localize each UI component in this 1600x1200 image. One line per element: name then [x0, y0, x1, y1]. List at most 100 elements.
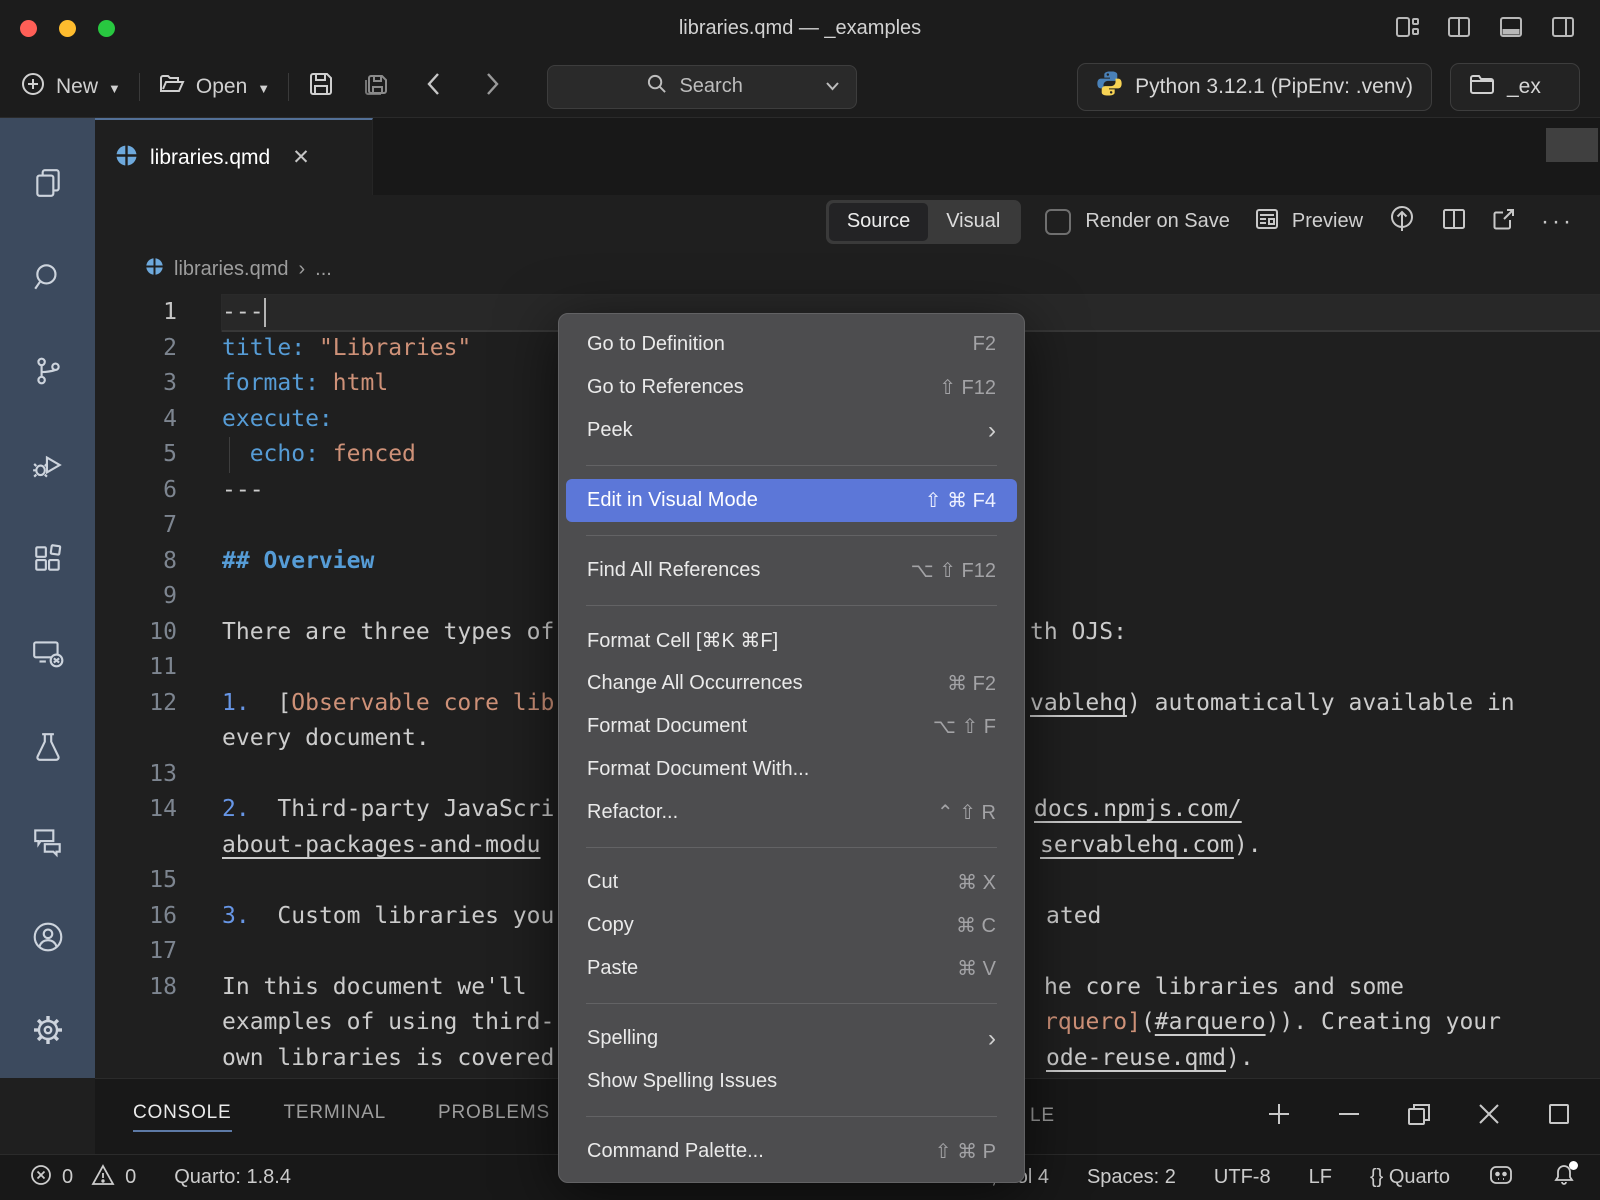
menu-item-format-cell-k-f[interactable]: Format Cell [⌘K ⌘F] [559, 619, 1024, 662]
split-editor-icon[interactable] [1441, 206, 1467, 238]
run-debug-icon[interactable] [0, 418, 95, 512]
menu-item-label: Change All Occurrences [587, 672, 803, 695]
close-icon[interactable]: ✕ [292, 145, 310, 170]
extensions-icon[interactable] [0, 512, 95, 606]
forward-icon[interactable] [483, 70, 501, 103]
panel-tab-problems[interactable]: PROBLEMS [438, 1102, 550, 1132]
warnings-icon[interactable] [91, 1164, 115, 1192]
split-editor-icon[interactable] [1446, 14, 1472, 40]
menu-item-label: Format Document [587, 715, 747, 738]
menu-item-shortcut: ⌘ V [957, 956, 996, 981]
errors-count[interactable]: 0 [62, 1166, 73, 1189]
search-box[interactable]: Search [547, 65, 857, 109]
status-item-spaces-2[interactable]: Spaces: 2 [1087, 1166, 1176, 1189]
menu-item-command-palette[interactable]: Command Palette...⇧ ⌘ P [559, 1130, 1024, 1173]
line-number [95, 1041, 222, 1077]
errors-icon[interactable] [30, 1164, 52, 1192]
status-item-lf[interactable]: LF [1309, 1166, 1332, 1189]
menu-item-spelling[interactable]: Spelling› [559, 1017, 1024, 1060]
quarto-version[interactable]: Quarto: 1.8.4 [174, 1166, 291, 1189]
account-icon[interactable] [0, 892, 95, 982]
source-control-icon[interactable] [0, 324, 95, 418]
plus-icon[interactable] [1266, 1101, 1292, 1132]
panel-tab-fragment[interactable]: LE [1030, 1105, 1055, 1127]
status-item-quarto[interactable]: {} Quarto [1370, 1166, 1450, 1189]
line-number: 7 [95, 508, 222, 544]
explorer-icon[interactable] [0, 136, 95, 230]
breadcrumb[interactable]: libraries.qmd › ... [95, 248, 1600, 290]
zoom-window-button[interactable] [98, 20, 115, 37]
status-item-utf-8[interactable]: UTF-8 [1214, 1166, 1271, 1189]
interpreter-selector[interactable]: Python 3.12.1 (PipEnv: .venv) [1077, 63, 1432, 111]
settings-gear-icon[interactable] [0, 982, 95, 1078]
search-icon[interactable] [0, 230, 95, 324]
project-button[interactable]: _ex [1450, 63, 1580, 111]
activity-bar [0, 118, 95, 1078]
menu-item-format-document[interactable]: Format Document⌥ ⇧ F [559, 705, 1024, 748]
notifications-bell-icon[interactable] [1552, 1163, 1576, 1193]
close-icon[interactable] [1476, 1101, 1502, 1132]
menu-item-cut[interactable]: Cut⌘ X [559, 861, 1024, 904]
menu-item-find-all-references[interactable]: Find All References⌥ ⇧ F12 [559, 549, 1024, 592]
preview-label: Preview [1292, 210, 1363, 233]
save-all-icon[interactable] [361, 70, 391, 103]
window-title: libraries.qmd — _examples [679, 17, 921, 40]
save-icon[interactable] [307, 70, 335, 103]
menu-item-go-to-definition[interactable]: Go to DefinitionF2 [559, 323, 1024, 366]
connections-icon[interactable] [0, 606, 95, 700]
panel-icon[interactable] [1498, 14, 1524, 40]
menu-item-show-spelling-issues[interactable]: Show Spelling Issues [559, 1060, 1024, 1103]
folder-icon [1469, 72, 1495, 102]
open-button[interactable]: Open ▼ [158, 71, 270, 103]
breadcrumb-file[interactable]: libraries.qmd [174, 258, 288, 281]
line-number: 6 [95, 473, 222, 509]
menu-item-paste[interactable]: Paste⌘ V [559, 947, 1024, 990]
menu-item-label: Command Palette... [587, 1140, 764, 1163]
more-actions-dots[interactable]: ··· [1541, 208, 1574, 236]
source-visual-toggle: Source Visual [826, 200, 1022, 244]
minus-icon[interactable] [1336, 1101, 1362, 1132]
testing-icon[interactable] [0, 700, 95, 794]
menu-item-format-document-with[interactable]: Format Document With... [559, 748, 1024, 791]
panel-tab-terminal[interactable]: TERMINAL [284, 1102, 386, 1132]
editor-tab-bar: libraries.qmd ✕ [95, 118, 1600, 195]
breadcrumb-more[interactable]: ... [315, 258, 332, 281]
scrollbar-thumb[interactable] [1546, 128, 1598, 162]
menu-item-peek[interactable]: Peek› [559, 409, 1024, 452]
open-external-icon[interactable] [1491, 206, 1517, 238]
copilot-icon[interactable] [1488, 1163, 1514, 1193]
menu-item-shortcut: ⇧ ⌘ F4 [925, 488, 996, 513]
preview-button[interactable]: Preview [1254, 206, 1363, 238]
tab-label: libraries.qmd [150, 146, 270, 170]
text-cursor [264, 298, 266, 327]
menu-item-copy[interactable]: Copy⌘ C [559, 904, 1024, 947]
back-icon[interactable] [425, 70, 443, 103]
menu-item-shortcut: F2 [973, 333, 996, 356]
render-icon[interactable] [1387, 204, 1417, 240]
menu-item-label: Show Spelling Issues [587, 1070, 777, 1093]
visual-mode-button[interactable]: Visual [928, 203, 1018, 241]
menu-item-shortcut: ⌘ X [957, 870, 996, 895]
layout-customize-icon[interactable] [1394, 14, 1420, 40]
indent-guide [229, 437, 230, 473]
new-button[interactable]: New ▼ [20, 71, 121, 103]
menu-item-change-all-occurrences[interactable]: Change All Occurrences⌘ F2 [559, 662, 1024, 705]
tab-libraries-qmd[interactable]: libraries.qmd ✕ [95, 118, 373, 195]
render-on-save-checkbox[interactable] [1045, 209, 1071, 235]
warnings-count[interactable]: 0 [125, 1166, 136, 1189]
panel-tab-console[interactable]: CONSOLE [133, 1102, 232, 1132]
menu-item-refactor[interactable]: Refactor...⌃ ⇧ R [559, 791, 1024, 834]
menu-item-go-to-references[interactable]: Go to References⇧ F12 [559, 366, 1024, 409]
close-window-button[interactable] [20, 20, 37, 37]
maximize-icon[interactable] [1546, 1101, 1572, 1132]
minimize-window-button[interactable] [59, 20, 76, 37]
menu-separator [586, 465, 997, 466]
restore-icon[interactable] [1406, 1101, 1432, 1132]
source-mode-button[interactable]: Source [829, 203, 928, 241]
secondary-sidebar-icon[interactable] [1550, 14, 1576, 40]
menu-item-shortcut: ⌥ ⇧ F12 [911, 558, 996, 583]
chat-icon[interactable] [0, 794, 95, 888]
menu-item-edit-in-visual-mode[interactable]: Edit in Visual Mode⇧ ⌘ F4 [566, 479, 1017, 522]
menu-item-label: Format Document With... [587, 758, 809, 781]
search-label: Search [679, 75, 742, 98]
